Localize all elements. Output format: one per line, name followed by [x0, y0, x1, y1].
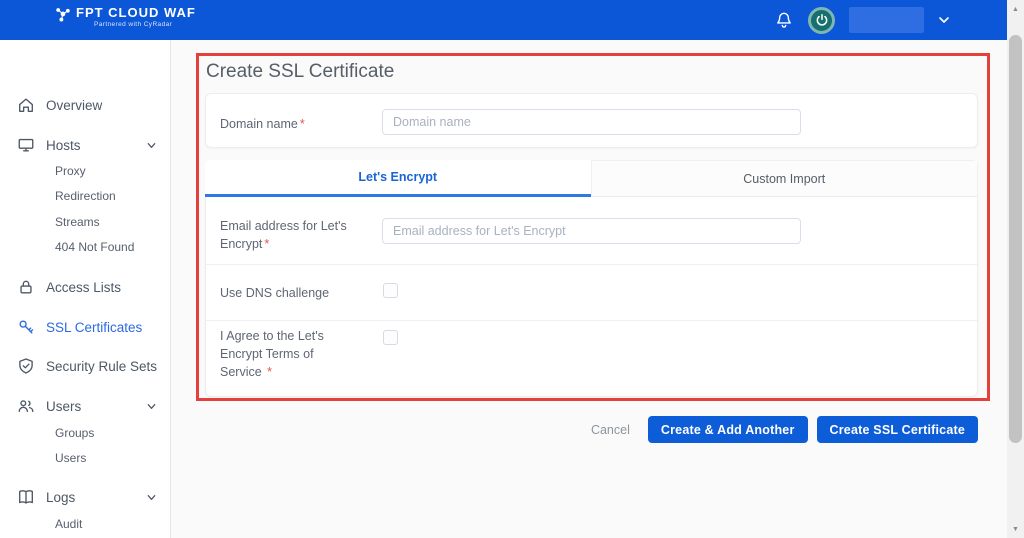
email-label: Email address for Let's Encrypt*: [220, 217, 370, 253]
sidebar-item-label: Hosts: [46, 138, 81, 153]
chevron-down-icon[interactable]: [146, 140, 157, 151]
scroll-down-arrow-icon[interactable]: ▼: [1007, 526, 1024, 533]
domain-name-card: Domain name*: [205, 93, 978, 148]
brand-tagline: Partnered with CyRadar: [94, 22, 196, 29]
agree-tos-checkbox[interactable]: [383, 330, 398, 345]
sidebar-item-proxy[interactable]: Proxy: [0, 159, 171, 183]
user-menu-chevron-down-icon[interactable]: [938, 14, 950, 26]
required-asterisk: *: [264, 237, 269, 251]
sidebar-item-label: Users: [46, 399, 81, 414]
sidebar-item-security-rule-sets[interactable]: Security Rule Sets: [0, 354, 171, 378]
email-field-row: Email address for Let's Encrypt*: [206, 197, 977, 264]
sidebar-item-access-lists[interactable]: Access Lists: [0, 275, 171, 299]
chevron-down-icon[interactable]: [146, 492, 157, 503]
scroll-up-arrow-icon[interactable]: ▲: [1007, 6, 1024, 13]
sidebar-item-overview[interactable]: Overview: [0, 93, 171, 117]
book-icon: [17, 488, 35, 506]
sidebar-item-logs[interactable]: Logs: [0, 485, 171, 509]
create-ssl-certificate-button[interactable]: Create SSL Certificate: [817, 416, 978, 443]
sidebar-item-label: SSL Certificates: [46, 320, 142, 335]
certificate-type-tabs: Let's Encrypt Custom Import: [205, 160, 978, 197]
required-asterisk: *: [267, 365, 272, 379]
sidebar-item-groups[interactable]: Groups: [0, 421, 171, 445]
topbar: FPT CLOUD WAF Partnered with CyRadar: [0, 0, 1007, 40]
sidebar-item-label: Access Lists: [46, 280, 121, 295]
agree-tos-row: I Agree to the Let's Encrypt Terms of Se…: [206, 321, 977, 396]
sidebar-item-ssl-certificates[interactable]: SSL Certificates: [0, 315, 171, 339]
sidebar-item-label: Logs: [46, 490, 75, 505]
brand-logo: FPT CLOUD WAF Partnered with CyRadar: [55, 6, 196, 29]
domain-name-label: Domain name*: [220, 115, 305, 133]
form-actions: Cancel Create & Add Another Create SSL C…: [591, 416, 978, 443]
required-asterisk: *: [300, 117, 305, 131]
notifications-bell-icon[interactable]: [774, 10, 794, 30]
brand-molecule-icon: [55, 6, 71, 22]
sidebar-item-users-sub[interactable]: Users: [0, 446, 171, 470]
dns-challenge-label: Use DNS challenge: [220, 284, 329, 302]
page-title: Create SSL Certificate: [206, 61, 394, 83]
cancel-button[interactable]: Cancel: [591, 423, 630, 437]
sidebar-item-streams[interactable]: Streams: [0, 210, 171, 234]
sidebar: Overview Hosts Proxy Redirection Streams…: [0, 40, 171, 538]
app-window: FPT CLOUD WAF Partnered with CyRadar ▲: [0, 0, 1024, 538]
key-icon: [17, 318, 35, 336]
brand-name: FPT CLOUD WAF: [76, 6, 196, 19]
lock-icon: [17, 278, 35, 296]
dns-challenge-checkbox[interactable]: [383, 283, 398, 298]
user-avatar-power-icon[interactable]: [808, 7, 835, 34]
sidebar-item-users[interactable]: Users: [0, 394, 171, 418]
username-redacted[interactable]: [849, 7, 924, 33]
chevron-down-icon[interactable]: [146, 401, 157, 412]
email-input[interactable]: [382, 218, 801, 244]
lets-encrypt-form-card: Email address for Let's Encrypt* Use DNS…: [205, 197, 978, 397]
monitor-icon: [17, 136, 35, 154]
tab-custom-import[interactable]: Custom Import: [591, 160, 979, 197]
scrollbar-thumb[interactable]: [1009, 35, 1022, 443]
dns-challenge-row: Use DNS challenge: [206, 265, 977, 320]
sidebar-item-label: Security Rule Sets: [46, 359, 157, 374]
sidebar-item-label: Overview: [46, 98, 102, 113]
home-icon: [17, 96, 35, 114]
domain-name-input[interactable]: [382, 109, 801, 135]
agree-tos-label: I Agree to the Let's Encrypt Terms of Se…: [220, 327, 355, 381]
sidebar-item-hosts[interactable]: Hosts: [0, 133, 171, 157]
create-add-another-button[interactable]: Create & Add Another: [648, 416, 808, 443]
sidebar-item-redirection[interactable]: Redirection: [0, 184, 171, 208]
shield-check-icon: [17, 357, 35, 375]
users-icon: [17, 397, 35, 415]
sidebar-item-404-not-found[interactable]: 404 Not Found: [0, 235, 171, 259]
page-scrollbar[interactable]: ▲ ▼: [1007, 0, 1024, 538]
tab-lets-encrypt[interactable]: Let's Encrypt: [205, 160, 591, 197]
sidebar-item-audit[interactable]: Audit: [0, 512, 171, 536]
